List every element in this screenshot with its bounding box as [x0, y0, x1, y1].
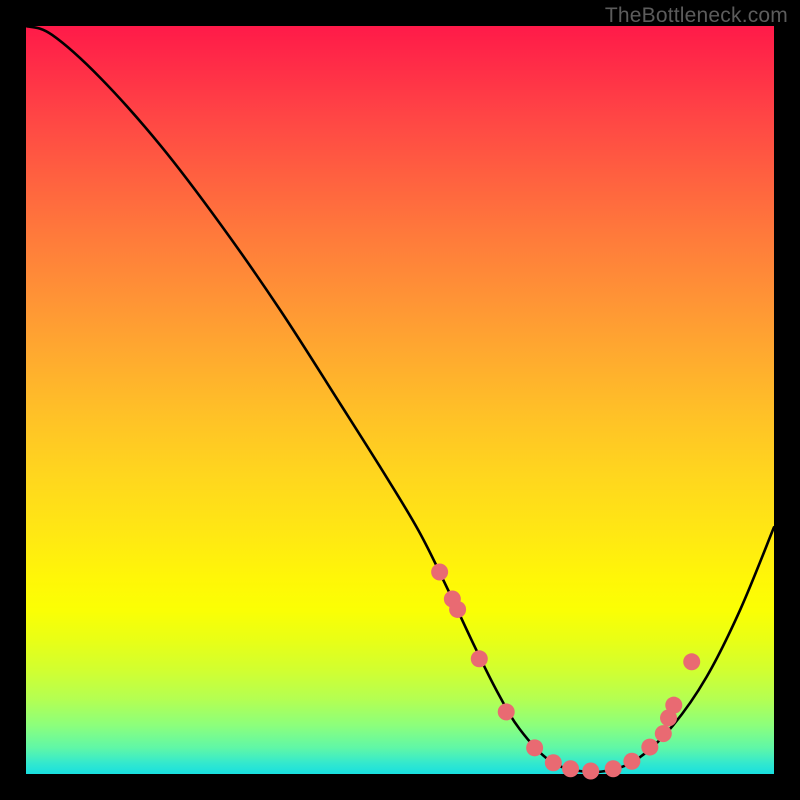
watermark-text: TheBottleneck.com [605, 4, 788, 28]
chart-plot-area [26, 26, 774, 774]
curve-marker [498, 703, 515, 720]
curve-marker [665, 697, 682, 714]
curve-marker [471, 650, 488, 667]
curve-markers [431, 564, 700, 780]
curve-marker [526, 739, 543, 756]
curve-marker [641, 739, 658, 756]
curve-marker [431, 564, 448, 581]
curve-marker [683, 653, 700, 670]
chart-svg [26, 26, 774, 774]
bottleneck-curve [26, 26, 774, 772]
curve-marker [449, 601, 466, 618]
curve-marker [655, 725, 672, 742]
curve-marker [562, 760, 579, 777]
curve-marker [582, 763, 599, 780]
curve-marker [623, 753, 640, 770]
curve-marker [605, 760, 622, 777]
curve-marker [545, 754, 562, 771]
